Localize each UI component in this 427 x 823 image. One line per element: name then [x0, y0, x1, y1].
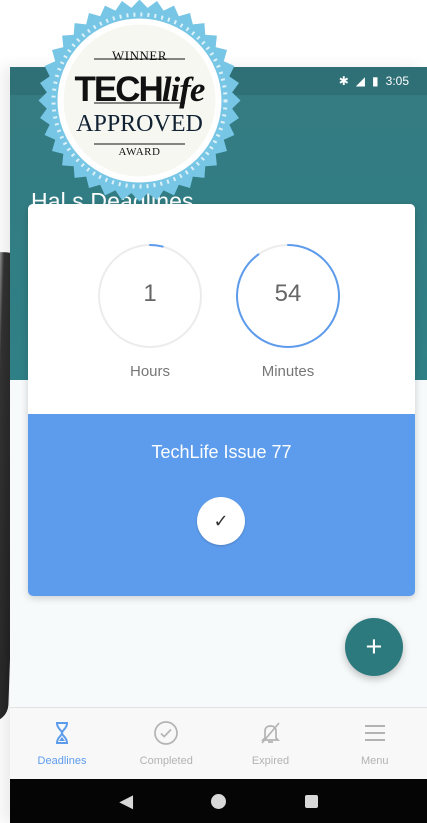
- hourglass-icon: [10, 719, 114, 747]
- award-approved-text: APPROVED: [76, 111, 203, 137]
- app-screenshot: ✱ ◢ ▮ 3:05 Hal s Deadlines 1 54 Hours Mi…: [0, 0, 427, 823]
- hours-label: Hours: [129, 363, 170, 380]
- complete-button[interactable]: ✓: [197, 497, 245, 545]
- hours-countdown: 1: [96, 242, 204, 350]
- hours-value: 1: [143, 280, 157, 307]
- check-icon: ✓: [213, 510, 229, 531]
- nav-deadlines-label: Deadlines: [37, 755, 87, 767]
- back-icon[interactable]: ◀: [119, 791, 133, 812]
- nav-expired[interactable]: Expired: [219, 708, 323, 782]
- nav-menu-label: Menu: [360, 755, 389, 767]
- award-brand-accent: life: [161, 70, 206, 109]
- minutes-value: 54: [274, 280, 302, 307]
- deadline-title: TechLife Issue 77: [151, 442, 292, 462]
- countdown-area: 1 54 Hours Minutes: [28, 204, 415, 414]
- nav-expired-label: Expired: [251, 755, 290, 767]
- nav-completed-label: Completed: [139, 755, 193, 767]
- recent-apps-icon[interactable]: [304, 794, 318, 808]
- bluetooth-icon: ✱: [338, 74, 349, 88]
- bottom-navigation: Deadlines Completed Expired Menu: [10, 707, 427, 781]
- status-time: 3:05: [385, 74, 409, 88]
- nav-menu[interactable]: Menu: [323, 708, 427, 782]
- minutes-label: Minutes: [261, 363, 315, 380]
- award-brand-main: TECH: [74, 70, 164, 109]
- award-winner-text: WINNER: [112, 48, 167, 63]
- check-circle-icon: [114, 719, 218, 747]
- award-brand-text: TECHlife: [37, 70, 242, 110]
- signal-icon: ◢: [355, 74, 366, 88]
- add-deadline-button[interactable]: +: [345, 618, 403, 676]
- deadline-panel[interactable]: TechLife Issue 77 ✓: [28, 414, 415, 596]
- android-navigation-bar: ◀: [10, 779, 427, 823]
- home-icon[interactable]: [211, 793, 227, 809]
- techlife-award-badge: WINNER TECHlife APPROVED AWARD: [37, 0, 242, 203]
- nav-deadlines[interactable]: Deadlines: [10, 708, 114, 782]
- battery-icon: ▮: [372, 74, 379, 88]
- award-label-text: AWARD: [118, 146, 161, 158]
- nav-completed[interactable]: Completed: [114, 708, 218, 782]
- bell-off-icon: [219, 719, 323, 747]
- deadline-card[interactable]: 1 54 Hours Minutes TechLife Issue 77 ✓: [28, 204, 415, 596]
- minutes-countdown: 54: [234, 242, 342, 350]
- menu-icon: [323, 719, 427, 747]
